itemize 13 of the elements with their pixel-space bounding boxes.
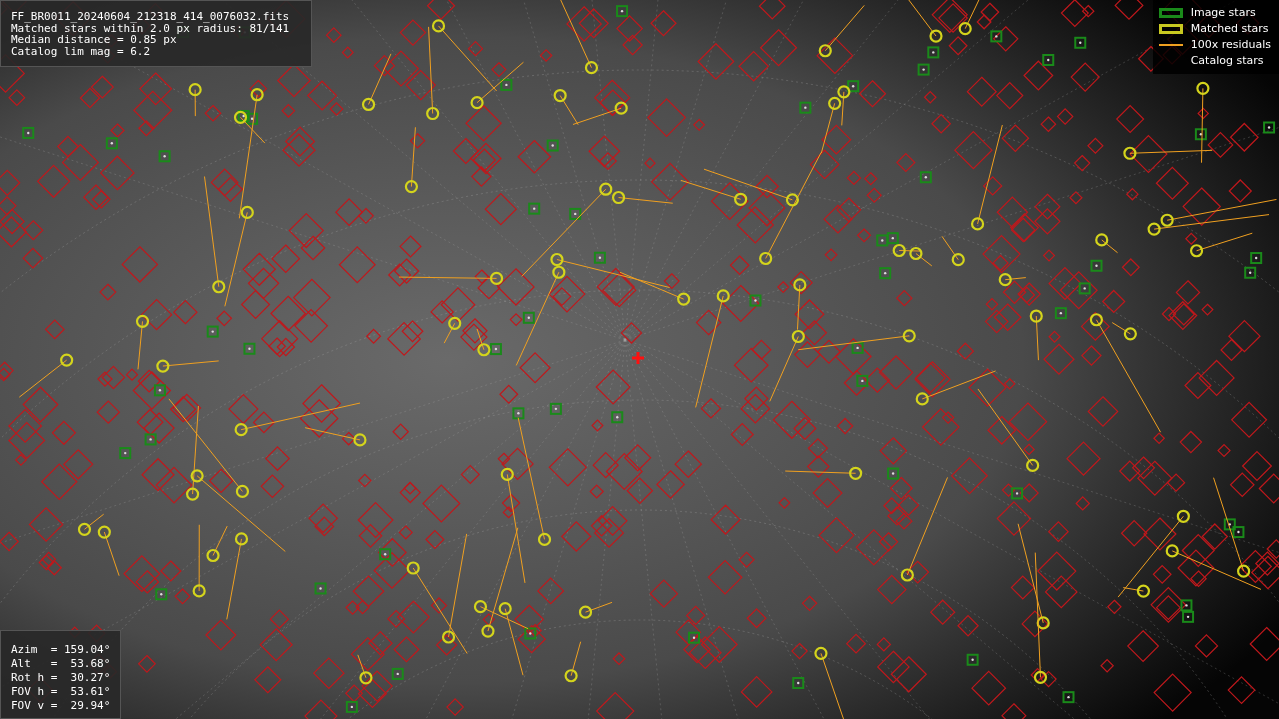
legend-label: 100x residuals	[1190, 36, 1271, 53]
info-line: FOV h = 53.61°	[11, 685, 110, 699]
legend-label: Catalog stars	[1190, 52, 1264, 69]
legend-label: Matched stars	[1190, 20, 1269, 37]
info-line: Azim = 159.04°	[11, 643, 110, 657]
info-line: Catalog lim mag = 6.2	[11, 45, 152, 57]
info-line: Rot h = 30.27°	[11, 671, 110, 685]
info-line: Matched stars within 2.0 px radius: 81/141	[11, 22, 291, 34]
info-line: Alt = 53.68°	[11, 657, 110, 671]
info-line: FF_BR0011_20240604_212318_414_0076032.fits	[11, 11, 291, 23]
info-line: Median distance = 0.85 px	[11, 34, 177, 46]
legend-label: Image stars	[1190, 4, 1256, 21]
info-line: FOV v = 29.94°	[11, 699, 110, 713]
